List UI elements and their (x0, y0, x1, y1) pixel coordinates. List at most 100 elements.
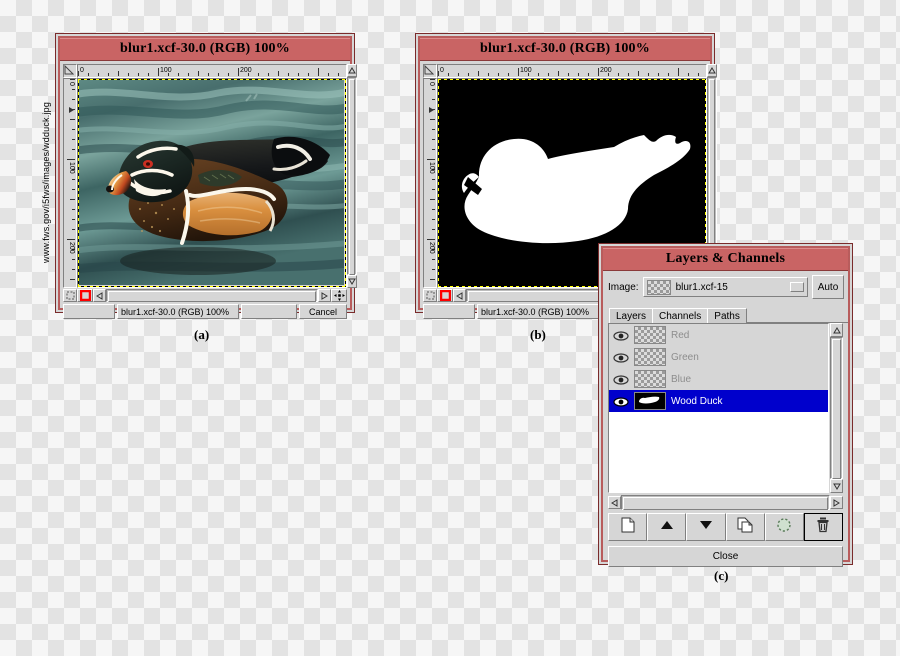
list-hscroll-thumb[interactable] (623, 497, 828, 510)
ruler-corner-icon-b[interactable] (423, 64, 437, 78)
duplicate-channel-button[interactable] (725, 513, 765, 541)
delete-channel-button[interactable] (803, 513, 844, 541)
channel-list-scrollbar[interactable] (830, 323, 843, 493)
delete-channel-icon (816, 517, 830, 538)
ruler-corner-icon-a[interactable] (63, 64, 77, 78)
layers-channels-titlebar: Layers & Channels (603, 248, 848, 271)
svg-text:0: 0 (440, 67, 444, 74)
channel-name: Green (671, 351, 699, 363)
channel-to-selection-button[interactable] (764, 513, 804, 541)
new-channel-button[interactable] (608, 513, 648, 541)
list-item[interactable]: Blue (609, 368, 828, 390)
eye-icon[interactable] (613, 373, 629, 386)
list-scroll-down-button[interactable] (830, 479, 843, 493)
channel-name: Red (671, 329, 690, 341)
image-window-a-titlebar: blur1.xcf-30.0 (RGB) 100% (60, 38, 350, 61)
svg-text:0: 0 (428, 82, 435, 86)
channel-list-area: Red Green Blue Wood Duck (608, 323, 843, 493)
navigation-move-icon[interactable] (331, 289, 347, 302)
status-center-a: blur1.xcf-30.0 (RGB) 100% (117, 304, 239, 319)
svg-text:200: 200 (240, 67, 252, 74)
image-thumbnail (646, 279, 671, 295)
figure-label-c: (c) (714, 568, 729, 583)
close-button[interactable]: Close (608, 546, 843, 567)
scroll-down-button-a[interactable] (347, 275, 357, 288)
vertical-ruler-a[interactable]: 0 100 200 (63, 78, 77, 288)
image-window-a[interactable]: blur1.xcf-30.0 (RGB) 100% 0 100 200 0 10… (55, 33, 357, 319)
list-item[interactable]: Red (609, 324, 828, 346)
vertical-ruler-b[interactable]: 0 100 200 (423, 78, 437, 288)
channel-list-hscrollbar[interactable] (608, 495, 843, 510)
svg-text:0: 0 (68, 82, 75, 86)
channel-thumbnail (634, 326, 666, 344)
raise-channel-icon (659, 518, 675, 536)
status-left-b (423, 304, 475, 319)
eye-icon[interactable] (613, 329, 629, 342)
svg-text:100: 100 (160, 67, 172, 74)
channel-name: Blue (671, 373, 692, 385)
tab-paths[interactable]: Paths (707, 308, 747, 323)
list-item[interactable]: Green (609, 346, 828, 368)
tab-channels[interactable]: Channels (652, 308, 709, 323)
tab-layers[interactable]: Layers (609, 308, 654, 323)
status-bar-a: blur1.xcf-30.0 (RGB) 100% Cancel (63, 304, 347, 319)
hscroll-thumb-a[interactable] (108, 291, 316, 302)
raise-channel-button[interactable] (647, 513, 687, 541)
quickmask-on-icon[interactable] (77, 289, 93, 302)
list-scroll-right-button[interactable] (830, 496, 843, 509)
vertical-scrollbar-a[interactable] (347, 64, 357, 288)
list-scroll-left-button[interactable] (608, 496, 621, 509)
list-scroll-up-button[interactable] (830, 323, 843, 337)
option-menu-indicator-icon (790, 282, 804, 292)
horizontal-ruler-b[interactable]: 0 100 200 (437, 64, 707, 78)
dialog-action-area: Close (608, 546, 843, 567)
eye-icon[interactable] (613, 351, 629, 364)
wood-duck-photo (78, 79, 344, 285)
eye-icon[interactable] (613, 395, 629, 408)
channel-list[interactable]: Red Green Blue Wood Duck (608, 323, 829, 493)
quickmask-off-icon[interactable] (63, 289, 77, 302)
quickmask-on-icon-b[interactable] (437, 289, 453, 302)
canvas-a[interactable] (77, 78, 347, 288)
scroll-left-button-b[interactable] (453, 289, 466, 302)
scroll-up-button-b[interactable] (707, 64, 717, 77)
svg-text:200: 200 (68, 242, 75, 254)
canvas-area-a: 0 100 200 0 100 200 (63, 64, 357, 288)
image-label: Image: (608, 281, 639, 293)
figure-label-b: (b) (530, 327, 546, 342)
channel-toolbar (608, 513, 844, 541)
duplicate-channel-icon (737, 517, 753, 538)
svg-text:200: 200 (600, 67, 612, 74)
scroll-thumb-a[interactable] (349, 79, 355, 275)
quickmask-off-icon-b[interactable] (423, 289, 437, 302)
image-selector-row: Image: blur1.xcf-15 Auto (603, 271, 848, 303)
image-credit-text: www.fws.gov/i5fws/images/wdduck.jpg (41, 101, 51, 264)
scroll-right-button-a[interactable] (318, 289, 331, 302)
svg-text:200: 200 (428, 242, 435, 254)
image-option-menu[interactable]: blur1.xcf-15 (642, 277, 808, 297)
scroll-up-button-a[interactable] (347, 64, 357, 77)
channel-to-selection-icon (776, 517, 792, 538)
cancel-button-a[interactable]: Cancel (299, 304, 347, 319)
list-item[interactable]: Wood Duck (609, 390, 828, 412)
new-channel-icon (621, 517, 635, 538)
lower-channel-icon (698, 518, 714, 536)
figure-label-a: (a) (194, 327, 210, 342)
channel-thumbnail (634, 370, 666, 388)
list-scroll-thumb[interactable] (832, 339, 841, 479)
image-window-b-titlebar: blur1.xcf-30.0 (RGB) 100% (420, 38, 710, 61)
svg-text:100: 100 (520, 67, 532, 74)
channel-thumbnail (634, 348, 666, 366)
auto-button[interactable]: Auto (812, 275, 844, 299)
layers-channels-dialog[interactable]: Layers & Channels Image: blur1.xcf-15 Au… (598, 243, 853, 567)
status-progress-a (241, 304, 297, 319)
scroll-left-button-a[interactable] (93, 289, 106, 302)
svg-text:100: 100 (68, 162, 75, 174)
horizontal-ruler-a[interactable]: 0 100 200 (77, 64, 347, 78)
channel-thumbnail (634, 392, 666, 410)
bottom-control-row-a (63, 289, 347, 302)
svg-text:100: 100 (428, 162, 435, 174)
lower-channel-button[interactable] (686, 513, 726, 541)
channel-name: Wood Duck (671, 395, 723, 407)
horizontal-scrollbar-a[interactable] (93, 289, 331, 302)
